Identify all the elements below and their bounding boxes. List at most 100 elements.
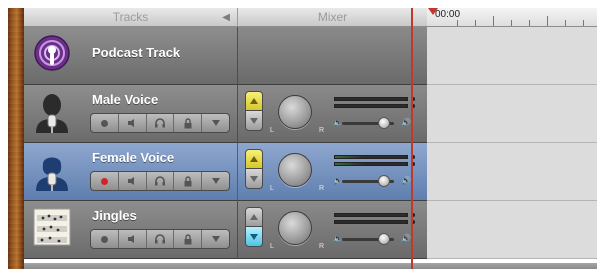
track-row-male-voice[interactable]: Male Voice L R 🔈 🔊 <box>24 85 597 143</box>
triangle-down-icon <box>250 175 258 182</box>
headphones-icon <box>154 118 165 128</box>
lock-button[interactable] <box>174 172 203 190</box>
volume-slider-thumb[interactable] <box>378 117 390 129</box>
track-controls <box>90 229 230 249</box>
track-level-arrows[interactable] <box>245 91 263 133</box>
track-menu-button[interactable] <box>202 230 229 248</box>
ruler-tick <box>493 16 494 26</box>
level-meter-right <box>334 220 408 224</box>
playhead-line[interactable] <box>411 8 413 269</box>
track-name: Female Voice <box>92 150 175 165</box>
mixer-cell: L R 🔈 🔊 <box>238 143 427 201</box>
volume-high-icon: 🔊 <box>401 118 411 127</box>
track-name: Podcast Track <box>92 45 181 60</box>
solo-button[interactable] <box>147 172 175 190</box>
pan-knob[interactable] <box>278 95 312 129</box>
volume-high-icon: 🔊 <box>401 176 411 185</box>
level-up-button[interactable] <box>245 91 263 111</box>
pan-right-label: R <box>319 127 325 134</box>
ruler-tick <box>529 20 530 26</box>
level-down-button[interactable] <box>245 169 263 189</box>
mixer-cell-empty <box>238 27 427 85</box>
track-header-cell[interactable]: Podcast Track <box>24 27 238 85</box>
ruler-time-label: 00:00 <box>435 9 461 20</box>
lock-icon <box>184 117 192 128</box>
female-voice-icon <box>32 149 72 191</box>
level-meter-left <box>334 97 408 101</box>
collapse-triangle-icon[interactable]: ◀ <box>222 8 230 27</box>
level-up-button[interactable] <box>245 207 263 227</box>
timeline-lane[interactable] <box>427 143 597 201</box>
tracks-column-header[interactable]: Tracks ◀ <box>24 8 238 27</box>
volume-slider-thumb[interactable] <box>378 233 390 245</box>
lock-button[interactable] <box>174 230 203 248</box>
record-enable-button[interactable] <box>91 114 119 132</box>
ruler-tick <box>565 20 566 26</box>
ruler-tick <box>511 20 512 26</box>
pan-knob[interactable] <box>278 211 312 245</box>
chevron-down-icon <box>211 120 220 126</box>
timeline-ruler[interactable]: 00:00 <box>427 8 597 27</box>
ruler-tick <box>475 20 476 26</box>
pan-left-label: L <box>270 185 274 192</box>
lock-icon <box>184 233 192 244</box>
triangle-down-icon <box>250 117 258 124</box>
track-name: Jingles <box>92 208 137 223</box>
record-enable-button[interactable] <box>91 230 119 248</box>
track-controls <box>90 171 230 191</box>
record-icon <box>100 177 108 185</box>
track-menu-button[interactable] <box>202 172 229 190</box>
track-row-jingles[interactable]: Jingles L R 🔈 🔊 <box>24 201 597 259</box>
speaker-icon <box>128 235 135 243</box>
solo-button[interactable] <box>147 114 175 132</box>
mixer-header-label: Mixer <box>317 10 348 24</box>
triangle-down-icon <box>250 233 258 240</box>
pan-knob[interactable] <box>278 153 312 187</box>
record-icon <box>100 235 108 243</box>
level-meter-right <box>334 104 408 108</box>
garageband-window: Tracks ◀ Mixer 00:00 Podcast Track Male … <box>8 8 597 269</box>
timeline-lane[interactable] <box>427 201 597 259</box>
volume-high-icon: 🔊 <box>401 234 411 243</box>
mute-button[interactable] <box>119 172 147 190</box>
chevron-down-icon <box>211 178 220 184</box>
level-meter-right <box>334 162 408 166</box>
wood-panel <box>8 8 24 269</box>
level-up-button[interactable] <box>245 149 263 169</box>
lock-icon <box>184 175 192 186</box>
track-level-arrows[interactable] <box>245 149 263 191</box>
pan-left-label: L <box>270 127 274 134</box>
level-meter-left <box>334 213 408 217</box>
mute-button[interactable] <box>119 114 147 132</box>
mixer-column-header[interactable]: Mixer <box>238 8 427 27</box>
timeline-lane[interactable] <box>427 85 597 143</box>
track-row-female-voice[interactable]: Female Voice L R 🔈 🔊 <box>24 143 597 201</box>
headphones-icon <box>154 176 165 186</box>
level-meter-left <box>334 155 408 159</box>
track-header-cell[interactable]: Male Voice <box>24 85 238 143</box>
headphones-icon <box>154 234 165 244</box>
level-down-button[interactable] <box>245 227 263 247</box>
level-down-button[interactable] <box>245 111 263 131</box>
ruler-tick <box>457 20 458 26</box>
triangle-up-icon <box>250 214 258 220</box>
solo-button[interactable] <box>147 230 175 248</box>
record-enable-button[interactable] <box>91 172 119 190</box>
sheet-music-icon <box>32 207 72 247</box>
pan-right-label: R <box>319 185 325 192</box>
lock-button[interactable] <box>174 114 203 132</box>
track-menu-button[interactable] <box>202 114 229 132</box>
track-row-podcast[interactable]: Podcast Track <box>24 27 597 85</box>
tracks-header-label: Tracks <box>112 10 149 24</box>
record-icon <box>100 119 108 127</box>
track-header-cell[interactable]: Female Voice <box>24 143 238 201</box>
mixer-cell: L R 🔈 🔊 <box>238 85 427 143</box>
track-level-arrows[interactable] <box>245 207 263 249</box>
speaker-icon <box>128 177 135 185</box>
track-controls <box>90 113 230 133</box>
timeline-lane[interactable] <box>427 27 597 85</box>
mute-button[interactable] <box>119 230 147 248</box>
track-header-cell[interactable]: Jingles <box>24 201 238 259</box>
next-track-row-edge <box>24 263 597 269</box>
volume-slider-thumb[interactable] <box>378 175 390 187</box>
